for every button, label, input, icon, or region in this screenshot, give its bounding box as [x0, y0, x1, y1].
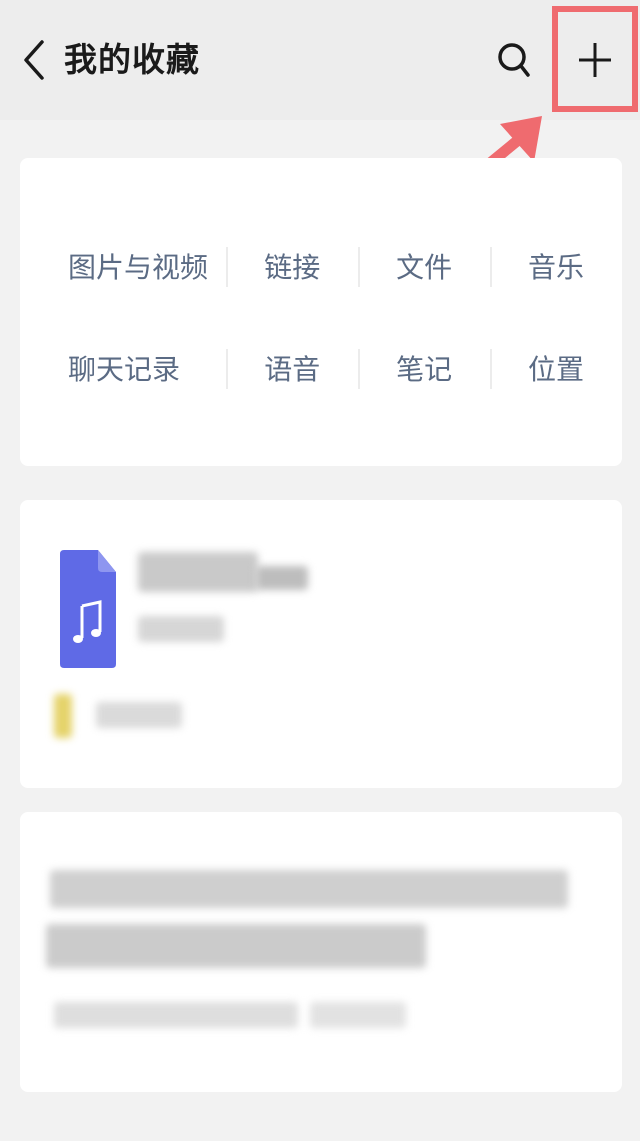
music-file-icon	[60, 550, 116, 668]
blurred-text-line	[46, 924, 426, 968]
back-button[interactable]	[14, 32, 54, 88]
favorite-item-music[interactable]	[20, 500, 622, 788]
chevron-left-icon	[24, 40, 44, 80]
add-button[interactable]	[552, 6, 638, 112]
category-files[interactable]: 文件	[358, 241, 490, 291]
category-voice[interactable]: 语音	[226, 343, 358, 393]
page-title: 我的收藏	[64, 40, 200, 79]
category-row: 图片与视频 链接 文件 音乐	[20, 241, 622, 291]
favorite-item-text[interactable]	[20, 812, 622, 1092]
category-row: 聊天记录 语音 笔记 位置	[20, 343, 622, 393]
blurred-text-line	[50, 870, 568, 908]
blurred-meta	[54, 1002, 298, 1028]
category-chat-history[interactable]: 聊天记录	[20, 343, 226, 393]
search-icon	[498, 43, 530, 77]
search-button[interactable]	[492, 32, 536, 88]
blurred-title	[256, 566, 308, 590]
blurred-meta	[310, 1002, 406, 1028]
category-links[interactable]: 链接	[226, 241, 358, 291]
blurred-title	[138, 552, 258, 592]
blurred-subtitle	[138, 616, 224, 642]
top-bar: 我的收藏	[0, 0, 640, 120]
category-card: 图片与视频 链接 文件 音乐 聊天记录 语音 笔记 位置	[20, 158, 622, 466]
plus-icon	[579, 43, 611, 77]
category-images-videos[interactable]: 图片与视频	[20, 241, 226, 291]
category-notes[interactable]: 笔记	[358, 343, 490, 393]
blurred-source	[96, 702, 182, 728]
category-location[interactable]: 位置	[490, 343, 622, 393]
category-music[interactable]: 音乐	[490, 241, 622, 291]
blurred-source-icon	[54, 694, 72, 738]
